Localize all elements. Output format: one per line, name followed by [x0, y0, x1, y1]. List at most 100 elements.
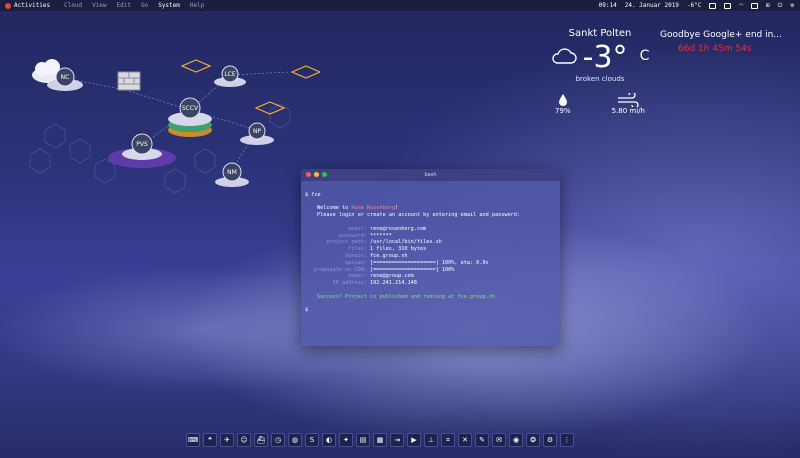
wifi-icon[interactable]: ◠	[739, 0, 743, 11]
welcome-suffix: !	[395, 205, 399, 212]
users-icon[interactable]: ☺	[237, 433, 251, 447]
menu-item-edit[interactable]: Edit	[117, 0, 131, 11]
row-key: password:	[338, 232, 367, 239]
row-value: rene@group.com	[370, 273, 414, 280]
node-label-nc: NC	[61, 74, 70, 81]
humidity-value: 79%	[555, 107, 571, 115]
clock-icon[interactable]: ◷	[271, 433, 285, 447]
node-label-nm: NM	[227, 169, 237, 176]
weather-city: Sankt Polten	[568, 28, 632, 39]
wrench-icon[interactable]: ✎	[475, 433, 489, 447]
row-value: fce.group.sh	[370, 252, 408, 259]
prompt-command: $ fce	[305, 191, 321, 198]
node-pvs[interactable]: PVS	[108, 133, 176, 168]
node-label-sccv: SCCV	[182, 105, 199, 112]
skype-icon[interactable]: S	[305, 433, 319, 447]
stamp-icon[interactable]: ⊥	[424, 433, 438, 447]
humidity-cell: 79%	[555, 93, 571, 115]
wind-cell: 5.80 mi/h	[612, 93, 645, 115]
menu-item-cloud[interactable]: Cloud	[64, 0, 82, 11]
mail-icon[interactable]: ✉	[492, 433, 506, 447]
activities-button[interactable]: Activities	[5, 0, 50, 11]
output-row: files: 1 files, 310 bytes	[305, 246, 556, 253]
node-sccv[interactable]: SCCV	[168, 97, 212, 137]
crop-icon[interactable]: ⌗	[441, 433, 455, 447]
row-key: email:	[348, 225, 367, 232]
node-label-np: NP	[253, 128, 261, 135]
firewall-icon	[117, 71, 141, 91]
network-icon[interactable]: ⊞	[766, 0, 770, 11]
weather-temperature: -3°	[582, 40, 628, 75]
settings-icon[interactable]: ⚙	[543, 433, 557, 447]
row-key: project path:	[326, 239, 367, 246]
contrast-icon[interactable]: ◐	[322, 433, 336, 447]
document-icon[interactable]: ▤	[356, 433, 370, 447]
row-key: IP address:	[332, 280, 367, 287]
settings-icon[interactable]: ⚙	[790, 0, 794, 11]
cloud-icon	[551, 48, 577, 64]
clock-time[interactable]: 09:14	[599, 0, 617, 11]
chat-icon[interactable]	[724, 2, 732, 9]
terminal-output[interactable]: $ fce Welcome to Rene Rosenberg! Please lo…	[301, 181, 560, 332]
apps-grid-icon[interactable]: ⋮	[560, 433, 574, 447]
quote-icon[interactable]: ❝	[203, 433, 217, 447]
final-prompt: $	[305, 307, 309, 314]
tray-temperature[interactable]: -6°C	[687, 0, 701, 11]
keyboard-icon[interactable]: ⌨	[186, 433, 200, 447]
row-value: *******	[370, 232, 392, 239]
dock: ⌨ ❝ ✈ ☺ ⛴ ◷ ◍ S ◐ ✦ ▤ ▦ ⇥ ▶ ⊥ ⌗ ✕ ✎ ✉ ◉ ❂ ⚙ ⋮	[186, 433, 574, 449]
menu-item-go[interactable]: Go	[141, 0, 148, 11]
output-row: IP address: 192.241.214.148	[305, 280, 556, 287]
row-value: 1 files, 310 bytes	[370, 246, 427, 253]
airplane-icon[interactable]: ✈	[220, 433, 234, 447]
ship-icon[interactable]: ⛴	[254, 433, 268, 447]
success-message: Success! Project is published and runnin…	[317, 293, 496, 300]
calculator-icon[interactable]: ▦	[373, 433, 387, 447]
welcome-prefix: Welcome to	[317, 205, 352, 212]
youtube-icon[interactable]: ▶	[407, 433, 421, 447]
firefox-icon[interactable]: ❂	[526, 433, 540, 447]
menu-item-view[interactable]: View	[92, 0, 106, 11]
row-key: propagate on CDN:	[313, 266, 367, 273]
app-menu: Cloud View Edit Go System Help	[64, 0, 204, 11]
menu-item-help[interactable]: Help	[190, 0, 204, 11]
terminal-title: bash	[424, 172, 437, 178]
chrome-icon[interactable]: ◉	[509, 433, 523, 447]
welcome-name: Rene Rosenberg	[351, 205, 396, 212]
row-value: 192.241.214.148	[370, 280, 417, 287]
menu-item-system[interactable]: System	[158, 0, 180, 11]
countdown-title: Goodbye Google+ end in...	[660, 30, 782, 40]
node-nm[interactable]: NM	[215, 162, 249, 187]
output-row: propagate on CDN: [====================] …	[305, 267, 556, 274]
clock-date[interactable]: 24. Januar 2019	[625, 0, 679, 11]
countdown-widget: Goodbye Google+ end in... 66d 1h 45m 54s	[660, 30, 800, 54]
weather-widget: Sankt Polten -3° C broken clouds 79% 5.8…	[545, 28, 655, 115]
row-value: [====================] 100%	[370, 266, 455, 273]
wind-value: 5.80 mi/h	[611, 107, 645, 115]
row-value: /usr/local/bin/files.sh	[370, 239, 442, 246]
globe-icon[interactable]: ◍	[288, 433, 302, 447]
row-key: upload:	[345, 259, 367, 266]
output-row: password: *******	[305, 233, 556, 240]
node-label-lce: LCE	[224, 71, 236, 78]
row-value: [====================] 100%, eta: 0.9s	[370, 259, 489, 266]
terminal-titlebar[interactable]: bash	[301, 169, 560, 181]
os-logo-icon	[5, 2, 11, 9]
exit-icon[interactable]: ⇥	[390, 433, 404, 447]
terminal-window[interactable]: bash $ fce Welcome to Rene Rosenberg! Plea…	[301, 169, 560, 346]
system-tray: 09:14 24. Januar 2019 -6°C ◠ ⊞ ⏻ ⚙	[599, 0, 794, 11]
twitter-icon[interactable]: ✦	[339, 433, 353, 447]
node-lce[interactable]: LCE	[214, 65, 246, 87]
weather-unit: C	[639, 48, 650, 64]
activities-label: Activities	[14, 2, 51, 9]
login-line: Please login or create an account by ent…	[317, 212, 521, 219]
tools-icon[interactable]: ✕	[458, 433, 472, 447]
printer-icon[interactable]	[709, 2, 717, 9]
output-row: owner: rene@group.com	[305, 273, 556, 280]
countdown-remaining: 66d 1h 45m 54s	[678, 44, 752, 54]
power-icon[interactable]: ⏻	[778, 0, 783, 11]
network-diagram: NC LCE SCCV NP PVS NM	[29, 59, 320, 194]
output-row: email: rene@rosenberg.com	[305, 226, 556, 233]
welcome-line: Welcome to Rene Rosenberg!	[305, 205, 556, 212]
display-icon[interactable]	[751, 2, 758, 9]
